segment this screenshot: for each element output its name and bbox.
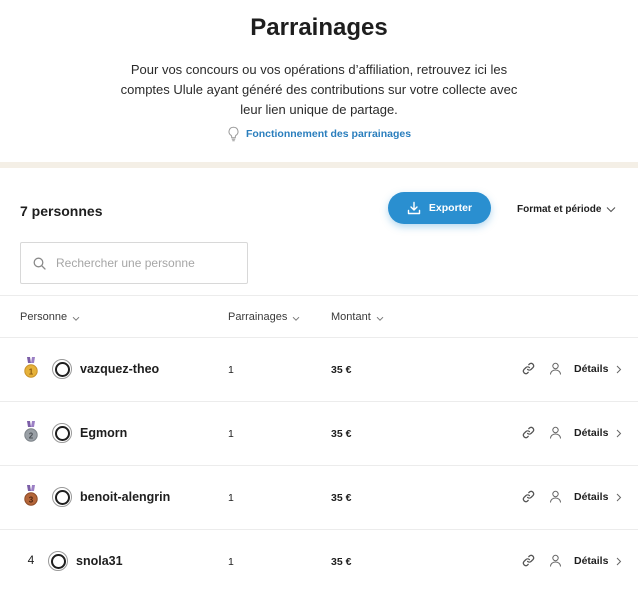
- svg-text:2: 2: [29, 431, 34, 440]
- column-header-label: Parrainages: [228, 311, 287, 323]
- link-icon[interactable]: [522, 362, 535, 375]
- column-header-amount[interactable]: Montant: [331, 311, 384, 323]
- username[interactable]: vazquez-theo: [80, 362, 159, 376]
- username[interactable]: benoit-alengrin: [80, 490, 170, 504]
- link-icon[interactable]: [522, 554, 535, 567]
- table-row: 4 snola31 1 35 € Détails: [0, 530, 638, 593]
- table-row: 1 vazquez-theo 1 35 € Détails: [0, 338, 638, 401]
- page-description: Pour vos concours ou vos opérations d’af…: [110, 60, 528, 120]
- username[interactable]: Egmorn: [80, 426, 127, 440]
- avatar[interactable]: [52, 359, 72, 379]
- details-link[interactable]: Détails: [574, 555, 622, 567]
- amount: 35 €: [331, 428, 351, 440]
- page-header: Parrainages Pour vos concours ou vos opé…: [0, 0, 638, 162]
- details-label: Détails: [574, 555, 608, 567]
- svg-text:3: 3: [29, 495, 34, 504]
- column-header-referrals[interactable]: Parrainages: [228, 311, 300, 323]
- bronze-medal-icon: 3: [20, 484, 42, 508]
- export-button[interactable]: Exporter: [388, 192, 491, 224]
- chevron-right-icon: [616, 493, 622, 502]
- referrals-count: 1: [228, 556, 234, 568]
- details-label: Détails: [574, 491, 608, 503]
- svg-text:1: 1: [29, 367, 34, 376]
- column-header-person[interactable]: Personne: [20, 311, 80, 323]
- amount: 35 €: [331, 492, 351, 504]
- chevron-right-icon: [616, 365, 622, 374]
- sort-chevron-icon: [72, 316, 80, 322]
- rank-label: 4: [28, 553, 35, 567]
- user-icon[interactable]: [549, 362, 562, 375]
- download-icon: [407, 201, 421, 215]
- referrals-count: 1: [228, 492, 234, 504]
- search-icon: [33, 257, 46, 270]
- link-icon[interactable]: [522, 490, 535, 503]
- details-label: Détails: [574, 363, 608, 375]
- avatar[interactable]: [52, 423, 72, 443]
- username[interactable]: snola31: [76, 554, 123, 568]
- table-row: 3 benoit-alengrin 1 35 € Détails: [0, 466, 638, 529]
- export-label: Exporter: [429, 202, 472, 214]
- details-label: Détails: [574, 427, 608, 439]
- referrals-count: 1: [228, 428, 234, 440]
- referrals-count: 1: [228, 364, 234, 376]
- silver-medal-icon: 2: [20, 420, 42, 444]
- format-period-label: Format et période: [517, 204, 601, 215]
- amount: 35 €: [331, 364, 351, 376]
- table-row: 2 Egmorn 1 35 € Détails: [0, 402, 638, 465]
- sort-chevron-icon: [292, 316, 300, 322]
- section-separator: [0, 162, 638, 168]
- chevron-right-icon: [616, 557, 622, 566]
- people-count: 7 personnes: [20, 203, 102, 219]
- how-it-works-link[interactable]: Fonctionnement des parrainages: [0, 126, 638, 142]
- column-header-label: Montant: [331, 311, 371, 323]
- rank-number: 4: [20, 548, 42, 572]
- user-icon[interactable]: [549, 426, 562, 439]
- user-icon[interactable]: [549, 554, 562, 567]
- page-title: Parrainages: [0, 14, 638, 42]
- table-top-divider: [0, 295, 638, 296]
- column-header-label: Personne: [20, 311, 67, 323]
- chevron-down-icon: [606, 206, 616, 213]
- details-link[interactable]: Détails: [574, 491, 622, 503]
- lightbulb-icon: [227, 126, 240, 142]
- user-icon[interactable]: [549, 490, 562, 503]
- chevron-right-icon: [616, 429, 622, 438]
- details-link[interactable]: Détails: [574, 363, 622, 375]
- gold-medal-icon: 1: [20, 356, 42, 380]
- link-icon[interactable]: [522, 426, 535, 439]
- details-link[interactable]: Détails: [574, 427, 622, 439]
- sort-chevron-icon: [376, 316, 384, 322]
- avatar[interactable]: [52, 487, 72, 507]
- search-input[interactable]: [56, 256, 236, 270]
- avatar[interactable]: [48, 551, 68, 571]
- search-box[interactable]: [20, 242, 248, 284]
- amount: 35 €: [331, 556, 351, 568]
- how-it-works-label: Fonctionnement des parrainages: [246, 128, 411, 140]
- format-period-dropdown[interactable]: Format et période: [517, 204, 616, 215]
